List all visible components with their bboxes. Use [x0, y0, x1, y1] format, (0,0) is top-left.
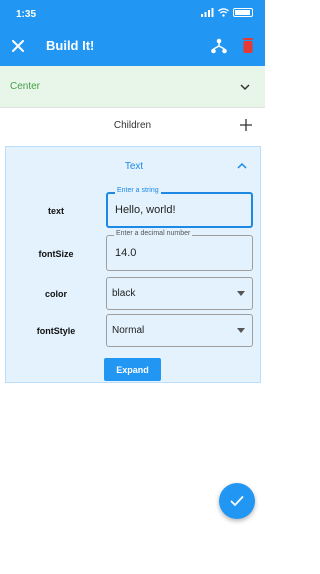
font-size-input[interactable]: Enter a decimal number 14.0	[106, 230, 253, 271]
color-select-value: black	[112, 288, 136, 299]
text-input[interactable]: Enter a string Hello, world!	[106, 187, 253, 228]
page-title: Build It!	[46, 38, 95, 53]
font-style-select[interactable]: Normal	[106, 314, 253, 347]
battery-icon	[233, 8, 253, 17]
dropdown-arrow-icon	[237, 328, 245, 333]
center-node-label: Center	[10, 81, 41, 92]
color-select[interactable]: black	[106, 277, 253, 310]
signal-icon	[201, 8, 214, 17]
close-icon	[12, 40, 24, 52]
text-input-hint: Enter a string	[115, 187, 161, 194]
confirm-fab[interactable]	[219, 483, 255, 519]
app-bar: 1:35 Build It!	[0, 0, 265, 66]
children-row: Children	[0, 108, 265, 144]
font-size-property-label: fontSize	[38, 249, 74, 259]
children-label: Children	[113, 120, 152, 131]
status-time: 1:35	[16, 9, 37, 20]
wifi-icon	[218, 8, 229, 17]
font-style-select-value: Normal	[112, 325, 145, 336]
tree-structure-icon	[211, 38, 227, 54]
dropdown-arrow-icon	[237, 291, 245, 296]
font-size-input-hint: Enter a decimal number	[114, 230, 193, 237]
chevron-down-icon[interactable]	[239, 81, 251, 93]
status-icons	[201, 8, 253, 17]
expand-button[interactable]: Expand	[104, 358, 161, 381]
font-size-input-value: 14.0	[115, 247, 137, 259]
close-button[interactable]	[8, 36, 28, 56]
delete-button[interactable]	[240, 37, 256, 55]
text-property-label: text	[47, 206, 64, 216]
font-style-property-label: fontStyle	[36, 326, 76, 336]
text-input-value: Hello, world!	[115, 204, 176, 216]
trash-icon	[243, 38, 253, 53]
checkmark-icon	[230, 496, 244, 506]
text-widget-panel: Text text Enter a string Hello, world! f…	[5, 146, 261, 383]
plus-icon[interactable]	[239, 118, 253, 132]
tree-view-button[interactable]	[210, 37, 228, 55]
text-widget-title: Text	[124, 161, 144, 172]
center-node-row[interactable]: Center	[0, 66, 265, 108]
color-property-label: color	[44, 289, 67, 299]
chevron-up-icon[interactable]	[236, 160, 248, 172]
